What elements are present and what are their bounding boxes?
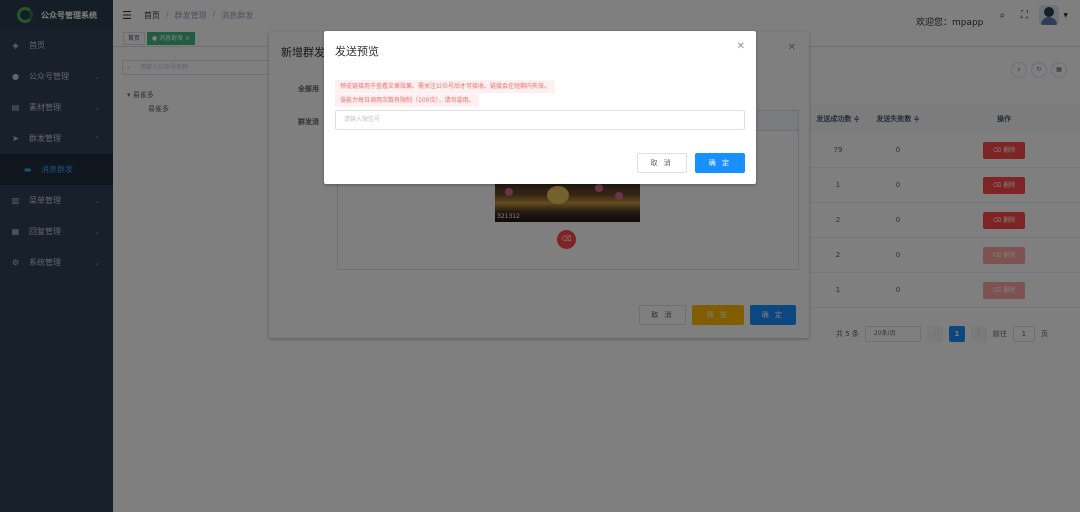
cancel-button[interactable]: 取 消 xyxy=(636,153,687,173)
send-preview-title: 发送预览 xyxy=(335,45,379,58)
wechat-id-input[interactable]: 请输入微信号 xyxy=(335,110,745,130)
send-preview-footer: 取 消 确 定 xyxy=(636,153,745,173)
close-icon[interactable]: ✕ xyxy=(737,41,745,52)
preview-alert-1: 预览链接用于查看文章效果。需关注公众号后才可接收。链接会在短期内失效。 xyxy=(335,80,556,93)
send-preview-dialog: 发送预览 ✕ 预览链接用于查看文章效果。需关注公众号后才可接收。链接会在短期内失… xyxy=(324,31,756,184)
confirm-button[interactable]: 确 定 xyxy=(694,153,745,173)
preview-alert-2: 该能力每日调用次数有限制（100次），请勿滥用。 xyxy=(335,94,480,107)
